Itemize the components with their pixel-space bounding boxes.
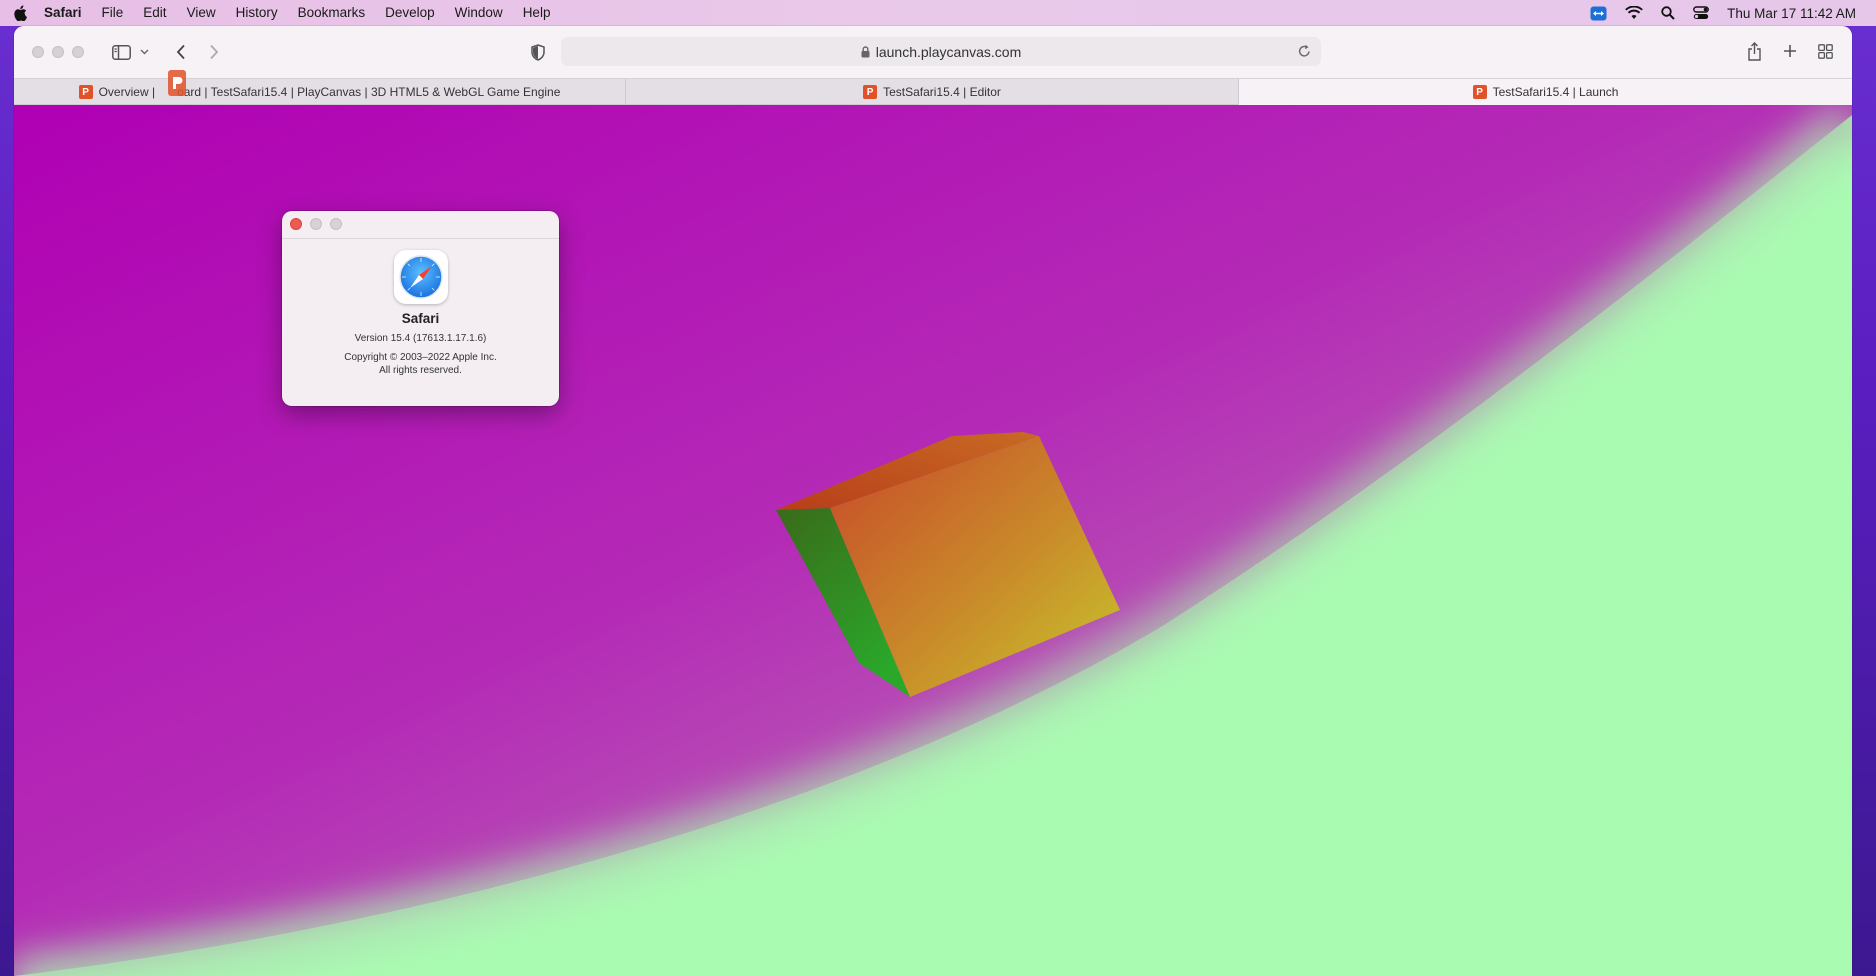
tab-launch[interactable]: P TestSafari15.4 | Launch [1239, 79, 1852, 105]
safari-toolbar: launch.playcanvas.com [14, 26, 1852, 78]
dialog-app-name: Safari [401, 311, 440, 326]
dialog-copyright: Copyright © 2003–2022 Apple Inc. All rig… [282, 351, 559, 377]
close-window-button[interactable] [32, 46, 44, 58]
tab-label-left: Overview | [98, 85, 156, 99]
menu-window[interactable]: Window [455, 0, 503, 26]
address-bar-url: launch.playcanvas.com [875, 43, 1022, 60]
forward-icon[interactable] [205, 41, 223, 63]
safari-compass-icon [393, 250, 448, 304]
menu-view[interactable]: View [187, 0, 216, 26]
window-traffic-lights [32, 46, 92, 58]
menu-bar: Safari File Edit View History Bookmarks … [0, 0, 1876, 26]
menu-file[interactable]: File [102, 0, 124, 26]
reload-icon[interactable] [1298, 44, 1311, 58]
back-icon[interactable] [172, 41, 190, 63]
minimize-window-button[interactable] [52, 46, 64, 58]
menu-bar-clock[interactable]: Thu Mar 17 11:42 AM [1727, 6, 1856, 21]
menu-edit[interactable]: Edit [143, 0, 166, 26]
zoom-window-button[interactable] [72, 46, 84, 58]
dialog-copyright-line2: All rights reserved. [379, 365, 462, 376]
new-tab-icon[interactable] [1780, 41, 1800, 61]
menu-safari[interactable]: Safari [44, 0, 82, 26]
apple-menu-icon[interactable] [10, 0, 30, 26]
tab-label: TestSafari15.4 | Editor [883, 85, 1001, 99]
playcanvas-favicon-icon: P [78, 85, 93, 99]
tab-label: TestSafari15.4 | Launch [1492, 85, 1619, 99]
menu-help[interactable]: Help [523, 0, 551, 26]
dragged-tab-favicon-icon [166, 68, 188, 98]
privacy-shield-icon[interactable] [529, 41, 547, 63]
tab-editor[interactable]: P TestSafari15.4 | Editor [626, 79, 1239, 105]
spotlight-search-icon[interactable] [1661, 6, 1675, 20]
dialog-zoom-button[interactable] [330, 218, 342, 230]
teamviewer-icon[interactable] [1590, 6, 1607, 21]
dialog-copyright-line1: Copyright © 2003–2022 Apple Inc. [344, 352, 497, 363]
address-bar[interactable]: launch.playcanvas.com [561, 37, 1321, 66]
playcanvas-favicon-icon: P [863, 85, 878, 99]
tab-overview-icon[interactable] [1815, 41, 1835, 61]
dialog-version: Version 15.4 (17613.1.17.1.6) [354, 333, 487, 344]
playcanvas-favicon-icon: P [1472, 85, 1487, 99]
menu-history[interactable]: History [236, 0, 278, 26]
about-safari-dialog: Safari Version 15.4 (17613.1.17.1.6) Cop… [282, 211, 559, 406]
dialog-close-button[interactable] [290, 218, 302, 230]
sidebar-icon[interactable] [110, 42, 132, 62]
share-icon[interactable] [1744, 39, 1764, 63]
menu-bookmarks[interactable]: Bookmarks [298, 0, 366, 26]
dialog-minimize-button[interactable] [310, 218, 322, 230]
tab-dashboard[interactable]: P Overview | oard | TestSafari15.4 | Pla… [14, 79, 626, 105]
safari-window: launch.playcanvas.com P Overview | oard … [14, 26, 1852, 976]
control-center-icon[interactable] [1693, 6, 1710, 20]
tab-bar: P Overview | oard | TestSafari15.4 | Pla… [14, 78, 1852, 105]
lock-icon [861, 45, 870, 58]
wifi-icon[interactable] [1625, 6, 1644, 20]
dialog-titlebar [282, 211, 559, 239]
menu-develop[interactable]: Develop [385, 0, 435, 26]
tab-label-right: oard | TestSafari15.4 | PlayCanvas | 3D … [177, 85, 561, 99]
dialog-body: Safari Version 15.4 (17613.1.17.1.6) Cop… [282, 250, 559, 377]
chevron-down-icon[interactable] [138, 44, 150, 60]
